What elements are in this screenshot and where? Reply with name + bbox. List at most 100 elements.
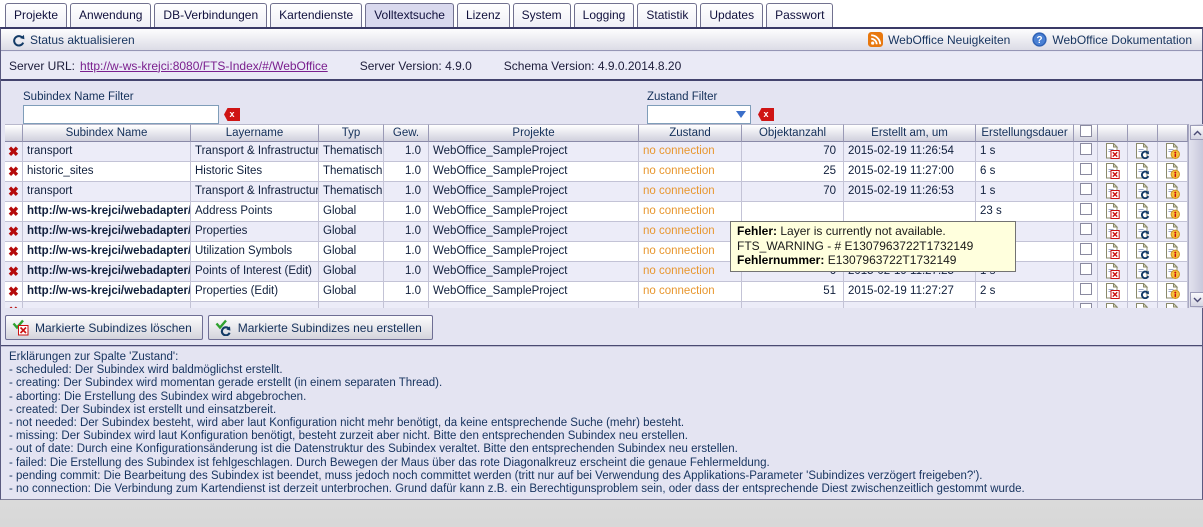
scroll-up-icon[interactable] [1190,125,1203,140]
delete-subindex-icon[interactable] [1105,182,1120,199]
scroll-down-icon[interactable] [1190,292,1203,307]
cell-info [1158,162,1188,182]
tab-system[interactable]: System [512,3,571,27]
info-icon[interactable] [1165,202,1180,219]
cell-zustand: no connection [639,222,742,242]
info-icon[interactable] [1165,142,1180,159]
cell-typ: Global [319,242,384,262]
row-checkbox[interactable] [1079,203,1092,216]
table-scrollbar[interactable] [1188,124,1203,308]
cell-erstellt: 2015-02-19 11:27:27 [844,282,976,302]
header-gew[interactable]: Gew. [384,124,429,142]
row-checkbox[interactable] [1079,243,1092,256]
failed-x-icon[interactable]: ✖ [8,204,19,219]
tab-lizenz[interactable]: Lizenz [456,3,510,27]
zustand-filter-select[interactable] [647,105,751,124]
zustand-legend: Erklärungen zur Spalte 'Zustand': - sche… [9,351,1194,496]
info-icon[interactable] [1165,162,1180,179]
refresh-icon[interactable] [11,33,25,47]
cell-info [1158,282,1188,302]
check-recreate-icon [215,319,231,336]
header-objektanzahl[interactable]: Objektanzahl [742,124,844,142]
legend-line: - created: Der Subindex ist erstellt und… [9,403,277,416]
cell-zustand: no connection [639,262,742,282]
clear-zustand-filter-icon[interactable]: x [758,108,774,121]
row-checkbox[interactable] [1079,263,1092,276]
cell-layername: Properties [191,222,319,242]
recreate-subindex-icon[interactable] [1135,222,1150,240]
legend-line: - creating: Der Subindex wird momentan g… [9,377,443,390]
failed-x-icon[interactable]: ✖ [8,264,19,279]
delete-subindex-icon[interactable] [1105,202,1120,219]
tab-kartendienste[interactable]: Kartendienste [270,3,363,27]
failed-x-icon[interactable]: ✖ [8,284,19,299]
tab-logging[interactable]: Logging [573,3,635,27]
header-erstellungsdauer[interactable]: Erstellungsdauer [976,124,1074,142]
row-checkbox[interactable] [1079,163,1092,176]
row-checkbox[interactable] [1079,223,1092,236]
delete-marked-button[interactable]: Markierte Subindizes löschen [5,315,203,340]
recreate-subindex-icon[interactable] [1135,242,1150,260]
failed-x-icon[interactable]: ✖ [8,164,19,179]
header-typ[interactable]: Typ [319,124,384,142]
docs-label: WebOffice Dokumentation [1052,32,1192,47]
recreate-subindex-icon[interactable] [1135,282,1150,300]
info-icon[interactable] [1165,242,1180,259]
failed-x-icon[interactable]: ✖ [8,144,19,159]
header-zustand[interactable]: Zustand [639,124,742,142]
info-icon[interactable] [1165,262,1180,279]
cell-objektanzahl: 51 [742,282,844,302]
info-icon[interactable] [1165,222,1180,239]
select-all-checkbox[interactable] [1079,125,1092,138]
legend-title: Erklärungen zur Spalte 'Zustand': [9,351,179,363]
delete-subindex-icon[interactable] [1105,282,1120,299]
row-checkbox[interactable] [1079,183,1092,196]
weboffice-news-link[interactable]: WebOffice Neuigkeiten [868,32,1010,47]
header-erstellt[interactable]: Erstellt am, um [844,124,976,142]
recreate-subindex-icon[interactable] [1135,162,1150,180]
row-checkbox[interactable] [1079,283,1092,296]
server-url-link[interactable]: http://w-ws-krejci:8080/FTS-Index/#/WebO… [80,59,328,73]
row-checkbox[interactable] [1079,143,1092,156]
status-refresh-button[interactable]: Status aktualisieren [30,33,135,47]
tab-passwort[interactable]: Passwort [766,3,834,27]
header-subindex-name[interactable]: Subindex Name [23,124,191,142]
subindex-name-filter-input[interactable] [23,105,219,124]
info-icon[interactable] [1165,282,1180,299]
recreate-subindex-icon[interactable] [1135,262,1150,280]
header-projekte[interactable]: Projekte [429,124,639,142]
delete-subindex-icon[interactable] [1105,142,1120,159]
failed-x-icon[interactable]: ✖ [8,224,19,239]
info-icon[interactable] [1165,302,1180,308]
delete-subindex-icon[interactable] [1105,242,1120,259]
tab-db-verbindungen[interactable]: DB-Verbindungen [154,3,268,27]
tab-statistik[interactable]: Statistik [637,3,698,27]
legend-line: - missing: Der Subindex wird laut Konfig… [9,430,688,443]
header-layername[interactable]: Layername [191,124,319,142]
info-icon[interactable] [1165,182,1180,199]
tab-projekte[interactable]: Projekte [5,3,68,27]
weboffice-docs-link[interactable]: ? WebOffice Dokumentation [1032,32,1192,47]
cell-info [1158,142,1188,162]
tab-updates[interactable]: Updates [700,3,764,27]
delete-subindex-icon[interactable] [1105,262,1120,279]
recreate-subindex-icon[interactable] [1135,182,1150,200]
header-spacer-3 [1158,124,1188,142]
failed-x-icon[interactable]: ✖ [8,304,19,308]
tab-anwendung[interactable]: Anwendung [70,3,152,27]
delete-subindex-icon[interactable] [1105,302,1120,308]
recreate-subindex-icon[interactable] [1135,142,1150,160]
row-checkbox[interactable] [1079,303,1092,308]
cell-info [1158,182,1188,202]
delete-subindex-icon[interactable] [1105,222,1120,239]
recreate-subindex-icon[interactable] [1135,202,1150,220]
clear-name-filter-icon[interactable]: x [224,108,240,121]
failed-x-icon[interactable]: ✖ [8,244,19,259]
recreate-marked-button[interactable]: Markierte Subindizes neu erstellen [207,315,433,340]
failed-x-icon[interactable]: ✖ [8,184,19,199]
tab-volltextsuche[interactable]: Volltextsuche [365,3,454,27]
recreate-subindex-icon[interactable] [1135,302,1150,308]
header-status [5,124,23,142]
delete-subindex-icon[interactable] [1105,162,1120,179]
cell-zustand: no connection [639,162,742,182]
